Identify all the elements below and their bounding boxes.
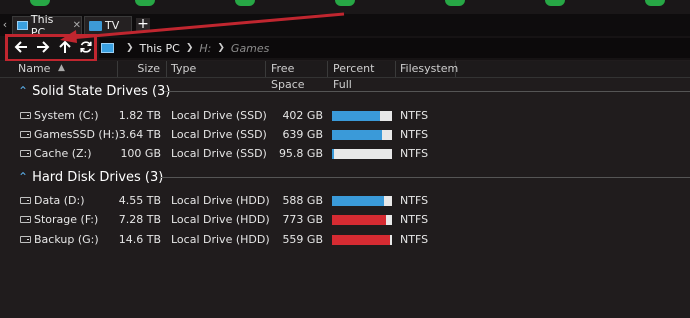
drive-size: 100 GB	[120, 147, 161, 160]
group-title: Hard Disk Drives (3)	[32, 169, 164, 185]
drive-size: 14.6 TB	[118, 233, 161, 246]
drive-filesystem: NTFS	[400, 233, 429, 246]
drive-row[interactable]: GamesSSD (H:) 3.64 TB Local Drive (SSD) …	[0, 125, 690, 145]
column-header-free-space[interactable]: Free Space	[266, 61, 328, 91]
drive-icon	[20, 131, 31, 138]
group-header-ssd[interactable]: ⌃ Solid State Drives (3)	[18, 82, 170, 100]
drive-icon	[20, 236, 31, 243]
sort-ascending-icon: ▲	[58, 63, 65, 73]
percent-full-bar	[332, 130, 392, 140]
column-header-percent-full[interactable]: Percent Full	[328, 61, 396, 91]
drive-name: GamesSSD (H:)	[34, 128, 119, 141]
drive-type: Local Drive (SSD)	[171, 128, 267, 141]
drive-row[interactable]: Data (D:) 4.55 TB Local Drive (HDD) 588 …	[0, 191, 690, 211]
drive-size: 1.82 TB	[118, 109, 161, 122]
percent-full-bar	[332, 215, 392, 225]
drive-name: System (C:)	[34, 109, 99, 122]
drive-size: 4.55 TB	[118, 194, 161, 207]
group-header-hdd[interactable]: ⌃ Hard Disk Drives (3)	[18, 168, 163, 186]
column-header-size[interactable]: Size	[118, 61, 167, 77]
divider	[164, 91, 690, 92]
column-header-type[interactable]: Type	[167, 61, 266, 77]
divider	[160, 177, 690, 178]
drive-name: Cache (Z:)	[34, 147, 92, 160]
drive-filesystem: NTFS	[400, 194, 429, 207]
drive-icon	[20, 197, 31, 204]
percent-full-bar	[332, 149, 392, 159]
drive-icon	[20, 112, 31, 119]
drive-size: 3.64 TB	[118, 128, 161, 141]
drive-type: Local Drive (SSD)	[171, 147, 267, 160]
drive-filesystem: NTFS	[400, 213, 429, 226]
drive-row[interactable]: System (C:) 1.82 TB Local Drive (SSD) 40…	[0, 106, 690, 126]
percent-full-bar	[332, 196, 392, 206]
chevron-up-icon[interactable]: ⌃	[18, 84, 28, 98]
drive-row[interactable]: Cache (Z:) 100 GB Local Drive (SSD) 95.8…	[0, 144, 690, 164]
drive-filesystem: NTFS	[400, 128, 429, 141]
drive-name: Storage (F:)	[34, 213, 99, 226]
drive-filesystem: NTFS	[400, 109, 429, 122]
group-title: Solid State Drives (3)	[32, 83, 171, 99]
drive-free-space: 402 GB	[282, 109, 323, 122]
drive-row[interactable]: Storage (F:) 7.28 TB Local Drive (HDD) 7…	[0, 210, 690, 230]
drive-type: Local Drive (HDD)	[171, 213, 270, 226]
drive-size: 7.28 TB	[118, 213, 161, 226]
drive-free-space: 588 GB	[282, 194, 323, 207]
chevron-up-icon[interactable]: ⌃	[18, 170, 28, 184]
drive-icon	[20, 150, 31, 157]
drive-name: Backup (G:)	[34, 233, 99, 246]
drive-filesystem: NTFS	[400, 147, 429, 160]
drive-type: Local Drive (SSD)	[171, 109, 267, 122]
drive-type: Local Drive (HDD)	[171, 233, 270, 246]
drive-free-space: 773 GB	[282, 213, 323, 226]
drive-free-space: 95.8 GB	[278, 147, 323, 160]
drive-name: Data (D:)	[34, 194, 85, 207]
drive-type: Local Drive (HDD)	[171, 194, 270, 207]
column-header-filesystem[interactable]: Filesystem	[396, 61, 458, 77]
drive-icon	[20, 216, 31, 223]
drive-free-space: 559 GB	[282, 233, 323, 246]
drive-free-space: 639 GB	[282, 128, 323, 141]
percent-full-bar	[332, 235, 392, 245]
drive-row[interactable]: Backup (G:) 14.6 TB Local Drive (HDD) 55…	[0, 230, 690, 250]
percent-full-bar	[332, 111, 392, 121]
